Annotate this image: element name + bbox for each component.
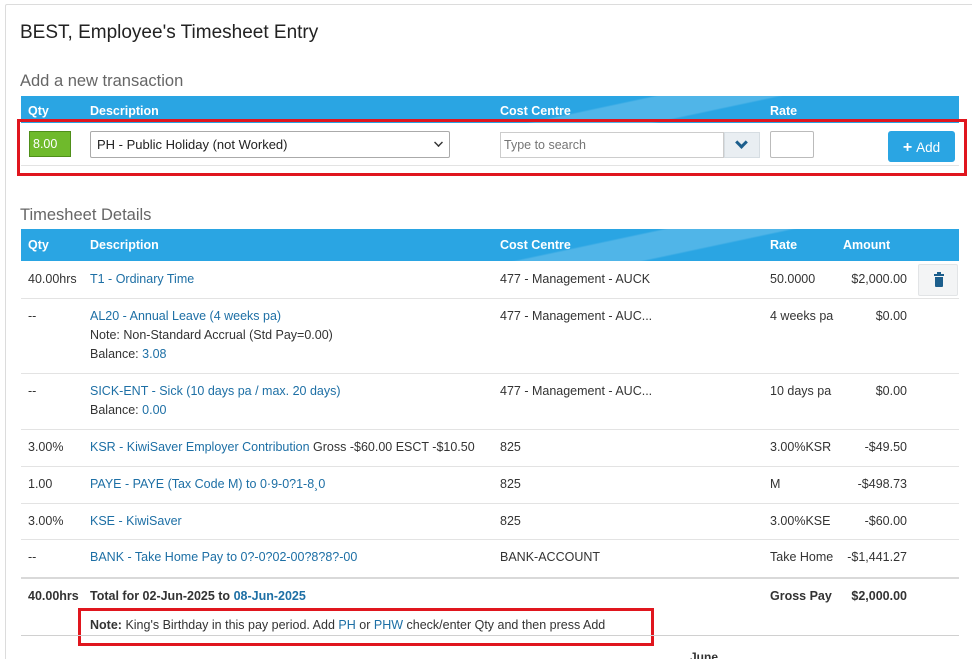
row-description: KSR - KiwiSaver Employer Contribution Gr… (90, 438, 475, 457)
row-note: Note: Non-Standard Accrual (Std Pay=0.00… (90, 328, 333, 342)
row-cost-centre: 825 (500, 514, 521, 528)
row-cost-centre: 477 - Management - AUC... (500, 384, 653, 398)
page-title: BEST, Employee's Timesheet Entry (20, 22, 319, 43)
row-balance: Balance: 0.00 (90, 403, 167, 417)
row-rate: 3.00%KSR (770, 440, 832, 454)
new-transaction-title: Add a new transaction (20, 72, 184, 90)
row-rate: 3.00%KSE (770, 514, 831, 528)
header-rate: Rate (770, 104, 798, 118)
header-cost-centre: Cost Centre (500, 238, 571, 252)
row-description-link[interactable]: KSR - KiwiSaver Employer Contribution (90, 440, 310, 454)
table-row: -- SICK-ENT - Sick (10 days pa / max. 20… (21, 374, 959, 430)
row-amount: $0.00 (875, 384, 907, 398)
row-qty: 3.00% (28, 440, 64, 454)
total-label: Total for 02-Jun-2025 to 08-Jun-2025 (90, 589, 306, 603)
table-row: 40.00hrs T1 - Ordinary Time 477 - Manage… (21, 261, 959, 299)
details-table: 40.00hrs T1 - Ordinary Time 477 - Manage… (21, 261, 959, 617)
balance-value: 0.00 (142, 403, 167, 417)
row-cost-centre: 477 - Management - AUC... (500, 309, 653, 323)
table-row: 3.00% KSR - KiwiSaver Employer Contribut… (21, 430, 959, 467)
total-qty: 40.00hrs (28, 589, 79, 603)
row-amount: -$60.00 (864, 514, 907, 528)
row-description-link[interactable]: PAYE - PAYE (Tax Code M) to 0·9-0?1-8¸0 (90, 475, 325, 494)
header-description: Description (90, 104, 159, 118)
row-description: SICK-ENT - Sick (10 days pa / max. 20 da… (90, 382, 341, 420)
row-cost-centre: 825 (500, 440, 521, 454)
row-rate: 10 days pa (770, 384, 832, 398)
row-rate: Take Home (770, 550, 834, 564)
row-description-link[interactable]: AL20 - Annual Leave (4 weeks pa) (90, 309, 281, 323)
row-qty: -- (28, 309, 37, 323)
details-header: Qty Description Cost Centre Rate Amount (21, 229, 959, 261)
row-qty: -- (28, 550, 37, 564)
row-cost-centre: 825 (500, 477, 521, 491)
row-amount: -$498.73 (857, 477, 907, 491)
partial-month-label: June (690, 650, 719, 659)
row-qty: -- (28, 384, 37, 398)
header-qty: Qty (28, 104, 49, 118)
row-rate: 50.0000 (770, 272, 816, 286)
row-balance: Balance: 3.08 (90, 347, 167, 361)
row-description-link[interactable]: KSE - KiwiSaver (90, 512, 182, 531)
gross-pay-label: Gross Pay (770, 589, 832, 603)
row-amount: $2,000.00 (851, 272, 907, 286)
total-end-date-link[interactable]: 08-Jun-2025 (234, 589, 306, 603)
row-qty: 40.00hrs (28, 272, 77, 286)
header-description: Description (90, 238, 159, 252)
row-qty: 3.00% (28, 514, 64, 528)
table-row: 3.00% KSE - KiwiSaver 825 3.00%KSE -$60.… (21, 504, 959, 540)
header-amount: Amount (843, 238, 891, 252)
row-rate: M (770, 477, 781, 491)
row-qty: 1.00 (28, 477, 53, 491)
highlight-box-entry (17, 119, 967, 176)
row-cost-centre: BANK-ACCOUNT (500, 550, 601, 564)
row-description-extra: Gross -$60.00 ESCT -$10.50 (313, 440, 475, 454)
balance-value: 3.08 (142, 347, 167, 361)
table-row: -- AL20 - Annual Leave (4 weeks pa) Note… (21, 299, 959, 374)
header-qty: Qty (28, 238, 49, 252)
details-title: Timesheet Details (20, 206, 152, 224)
delete-row-button[interactable] (918, 264, 958, 296)
highlight-box-note (78, 608, 654, 646)
row-description: AL20 - Annual Leave (4 weeks pa) Note: N… (90, 307, 333, 364)
header-cost-centre: Cost Centre (500, 104, 571, 118)
row-description-link[interactable]: BANK - Take Home Pay to 0?-0?02-00?8?8?-… (90, 548, 357, 567)
row-cost-centre: 477 - Management - AUCK (500, 272, 651, 286)
table-row: -- BANK - Take Home Pay to 0?-0?02-00?8?… (21, 540, 959, 577)
header-rate: Rate (770, 238, 798, 252)
row-amount: $0.00 (875, 309, 907, 323)
row-description-link[interactable]: T1 - Ordinary Time (90, 270, 194, 289)
row-amount: -$1,441.27 (847, 550, 907, 564)
row-rate: 4 weeks pa (770, 309, 834, 323)
row-description-link[interactable]: SICK-ENT - Sick (10 days pa / max. 20 da… (90, 384, 341, 398)
gross-pay-value: $2,000.00 (851, 589, 907, 603)
section-divider (21, 635, 959, 636)
table-row: 1.00 PAYE - PAYE (Tax Code M) to 0·9-0?1… (21, 467, 959, 504)
row-amount: -$49.50 (864, 440, 907, 454)
